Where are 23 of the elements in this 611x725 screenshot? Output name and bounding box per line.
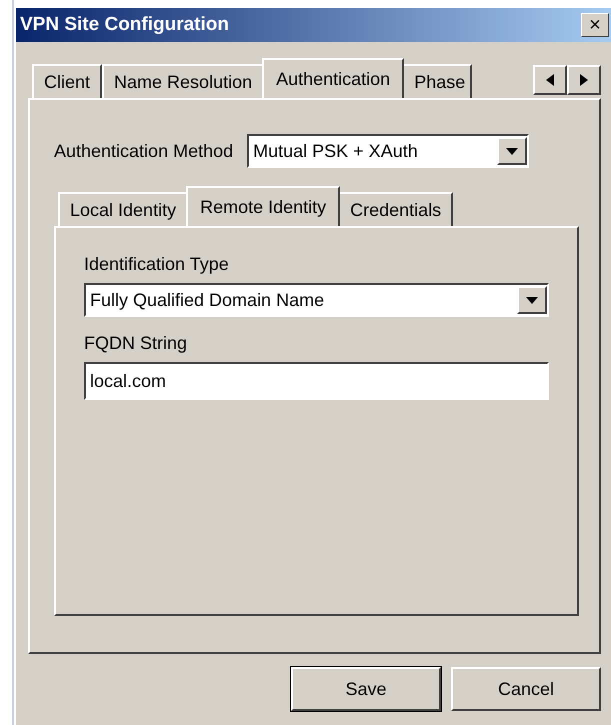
dropdown-arrow-icon bbox=[526, 296, 538, 304]
tab[interactable]: Authentication bbox=[262, 58, 404, 98]
scroll-left-button[interactable] bbox=[533, 65, 567, 95]
authentication-method-dropdown[interactable]: Mutual PSK + XAuth bbox=[247, 134, 530, 168]
tab[interactable]: Remote Identity bbox=[186, 186, 340, 226]
field-label: FQDN String bbox=[84, 333, 188, 354]
dialog-button[interactable]: Save bbox=[291, 667, 441, 711]
field-label: Identification Type bbox=[84, 254, 230, 275]
close-button[interactable]: × bbox=[581, 13, 609, 37]
tab[interactable]: Local Identity bbox=[58, 192, 188, 226]
tab[interactable]: Phase bbox=[402, 64, 472, 98]
right-triangle-icon bbox=[580, 74, 588, 86]
dropdown-arrow-icon bbox=[506, 148, 518, 154]
tab[interactable]: Client bbox=[32, 64, 102, 98]
scroll-right-button[interactable] bbox=[567, 65, 601, 95]
field-label: Authentication Method bbox=[54, 140, 234, 162]
identification-type-dropdown[interactable]: Fully Qualified Domain Name bbox=[84, 283, 549, 317]
tab[interactable]: Name Resolution bbox=[102, 64, 264, 98]
window-title: VPN Site Configuration bbox=[20, 14, 229, 36]
left-triangle-icon bbox=[546, 74, 554, 86]
tab[interactable]: Credentials bbox=[338, 192, 454, 226]
fqdn-input-field[interactable]: local.com bbox=[84, 362, 549, 400]
dialog-button[interactable]: Cancel bbox=[451, 667, 601, 711]
